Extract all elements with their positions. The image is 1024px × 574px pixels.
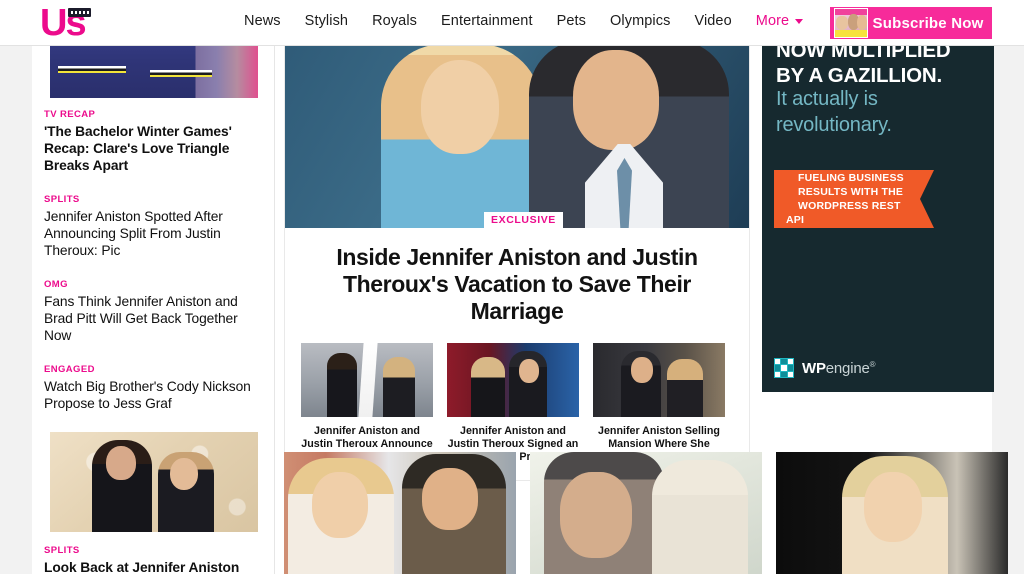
sidebar-item-1[interactable]: SPLITS Jennifer Aniston Spotted After An… <box>44 194 266 259</box>
status-badge-exclusive: EXCLUSIVE <box>484 212 563 229</box>
nav-item-more[interactable]: More <box>744 13 793 29</box>
ad-subheadline-line1: It actually is <box>776 88 878 110</box>
sidebar-item-2-kicker: OMG <box>44 279 68 290</box>
advertisement-wpengine[interactable]: NOW MULTIPLIED BY A GAZILLION. It actual… <box>762 36 994 392</box>
sidebar-item-2[interactable]: OMG Fans Think Jennifer Aniston and Brad… <box>44 279 266 344</box>
main-content-column: EXCLUSIVE Inside Jennifer Aniston and Ju… <box>284 36 750 481</box>
ad-cta-button[interactable]: FUELING BUSINESS RESULTS WITH THE WORDPR… <box>774 170 934 228</box>
related-article-3-thumbnail[interactable] <box>593 343 725 417</box>
nav-item-royals[interactable]: Royals <box>360 13 429 29</box>
sidebar-item-3-headline[interactable]: Watch Big Brother's Cody Nickson Propose… <box>44 378 266 412</box>
site-header: Us News Stylish Royals Entertainment Pet… <box>0 0 1024 46</box>
nav-item-olympics[interactable]: Olympics <box>598 13 682 29</box>
sidebar-item-0-kicker: TV RECAP <box>44 109 96 120</box>
nav-item-more-label: More <box>755 13 790 29</box>
nav-item-pets[interactable]: Pets <box>545 13 598 29</box>
nav-item-video[interactable]: Video <box>682 13 743 29</box>
sidebar-item-3-kicker: ENGAGED <box>44 364 95 375</box>
sidebar: TV RECAP 'The Bachelor Winter Games' Rec… <box>44 36 266 574</box>
sidebar-item-4[interactable]: SPLITS Look Back at Jennifer Aniston and… <box>44 545 266 574</box>
chevron-down-icon[interactable] <box>795 18 804 24</box>
bottom-card-3[interactable] <box>776 452 1008 574</box>
bottom-card-1[interactable] <box>284 452 516 574</box>
sidebar-item-0-headline[interactable]: 'The Bachelor Winter Games' Recap: Clare… <box>44 123 266 174</box>
ad-cta-line2: RESULTS WITH THE <box>798 186 904 198</box>
ad-subheadline: It actually is revolutionary. <box>776 86 986 138</box>
sidebar-item-1-kicker: SPLITS <box>44 194 80 205</box>
sidebar-item-4-headline[interactable]: Look Back at Jennifer Aniston and Justin… <box>44 559 266 574</box>
wpengine-wordmark: WPengine® <box>802 359 876 377</box>
related-article-1-thumbnail[interactable] <box>301 343 433 417</box>
sidebar-item-4-kicker: SPLITS <box>44 545 80 556</box>
sidebar-item-1-headline[interactable]: Jennifer Aniston Spotted After Announcin… <box>44 208 266 259</box>
wpengine-logo: WPengine® <box>774 358 876 378</box>
bottom-card-2[interactable] <box>530 452 762 574</box>
sidebar-divider <box>274 36 275 574</box>
ad-headline-line2: BY A GAZILLION. <box>776 64 942 87</box>
ad-cta-text: FUELING BUSINESS RESULTS WITH THE WORDPR… <box>774 171 920 227</box>
site-logo[interactable]: Us <box>40 4 92 42</box>
hero-article-card[interactable]: EXCLUSIVE Inside Jennifer Aniston and Ju… <box>284 36 750 481</box>
wpengine-grid-icon <box>774 358 794 378</box>
hero-article-title[interactable]: Inside Jennifer Aniston and Justin Thero… <box>285 228 749 335</box>
sidebar-item-4-image[interactable] <box>50 432 258 532</box>
nav-item-entertainment[interactable]: Entertainment <box>429 13 545 29</box>
subscribe-button[interactable]: Subscribe Now <box>830 7 992 39</box>
related-article-3[interactable]: Jennifer Aniston Selling Mansion Where S… <box>593 343 725 464</box>
sidebar-item-2-headline[interactable]: Fans Think Jennifer Aniston and Brad Pit… <box>44 293 266 344</box>
ad-cta-arrow-icon <box>920 170 934 228</box>
site-logo-bar-icon <box>68 8 91 17</box>
related-article-2-thumbnail[interactable] <box>447 343 579 417</box>
ad-cta-line1: FUELING BUSINESS <box>798 172 904 184</box>
ad-subheadline-line2: revolutionary. <box>776 114 892 136</box>
related-article-2[interactable]: Jennifer Aniston and Justin Theroux Sign… <box>447 343 579 464</box>
bottom-article-row <box>284 452 1008 574</box>
magazine-cover-thumbnail <box>834 8 868 38</box>
related-article-1[interactable]: Jennifer Aniston and Justin Theroux Anno… <box>301 343 433 464</box>
nav-item-news[interactable]: News <box>232 13 293 29</box>
hero-article-image[interactable] <box>285 36 749 228</box>
main-navigation: News Stylish Royals Entertainment Pets O… <box>232 13 804 29</box>
sidebar-item-0[interactable]: TV RECAP 'The Bachelor Winter Games' Rec… <box>44 109 266 174</box>
wpengine-wordmark-bold: WP <box>802 359 826 377</box>
sidebar-item-3[interactable]: ENGAGED Watch Big Brother's Cody Nickson… <box>44 364 266 412</box>
wpengine-wordmark-light: engine <box>825 359 870 377</box>
nav-item-stylish[interactable]: Stylish <box>293 13 360 29</box>
ad-cta-line3: WORDPRESS REST API <box>786 200 901 226</box>
wpengine-trademark: ® <box>869 359 876 369</box>
subscribe-button-label: Subscribe Now <box>872 14 984 32</box>
page-root: NOW MULTIPLIED BY A GAZILLION. It actual… <box>0 0 1024 574</box>
